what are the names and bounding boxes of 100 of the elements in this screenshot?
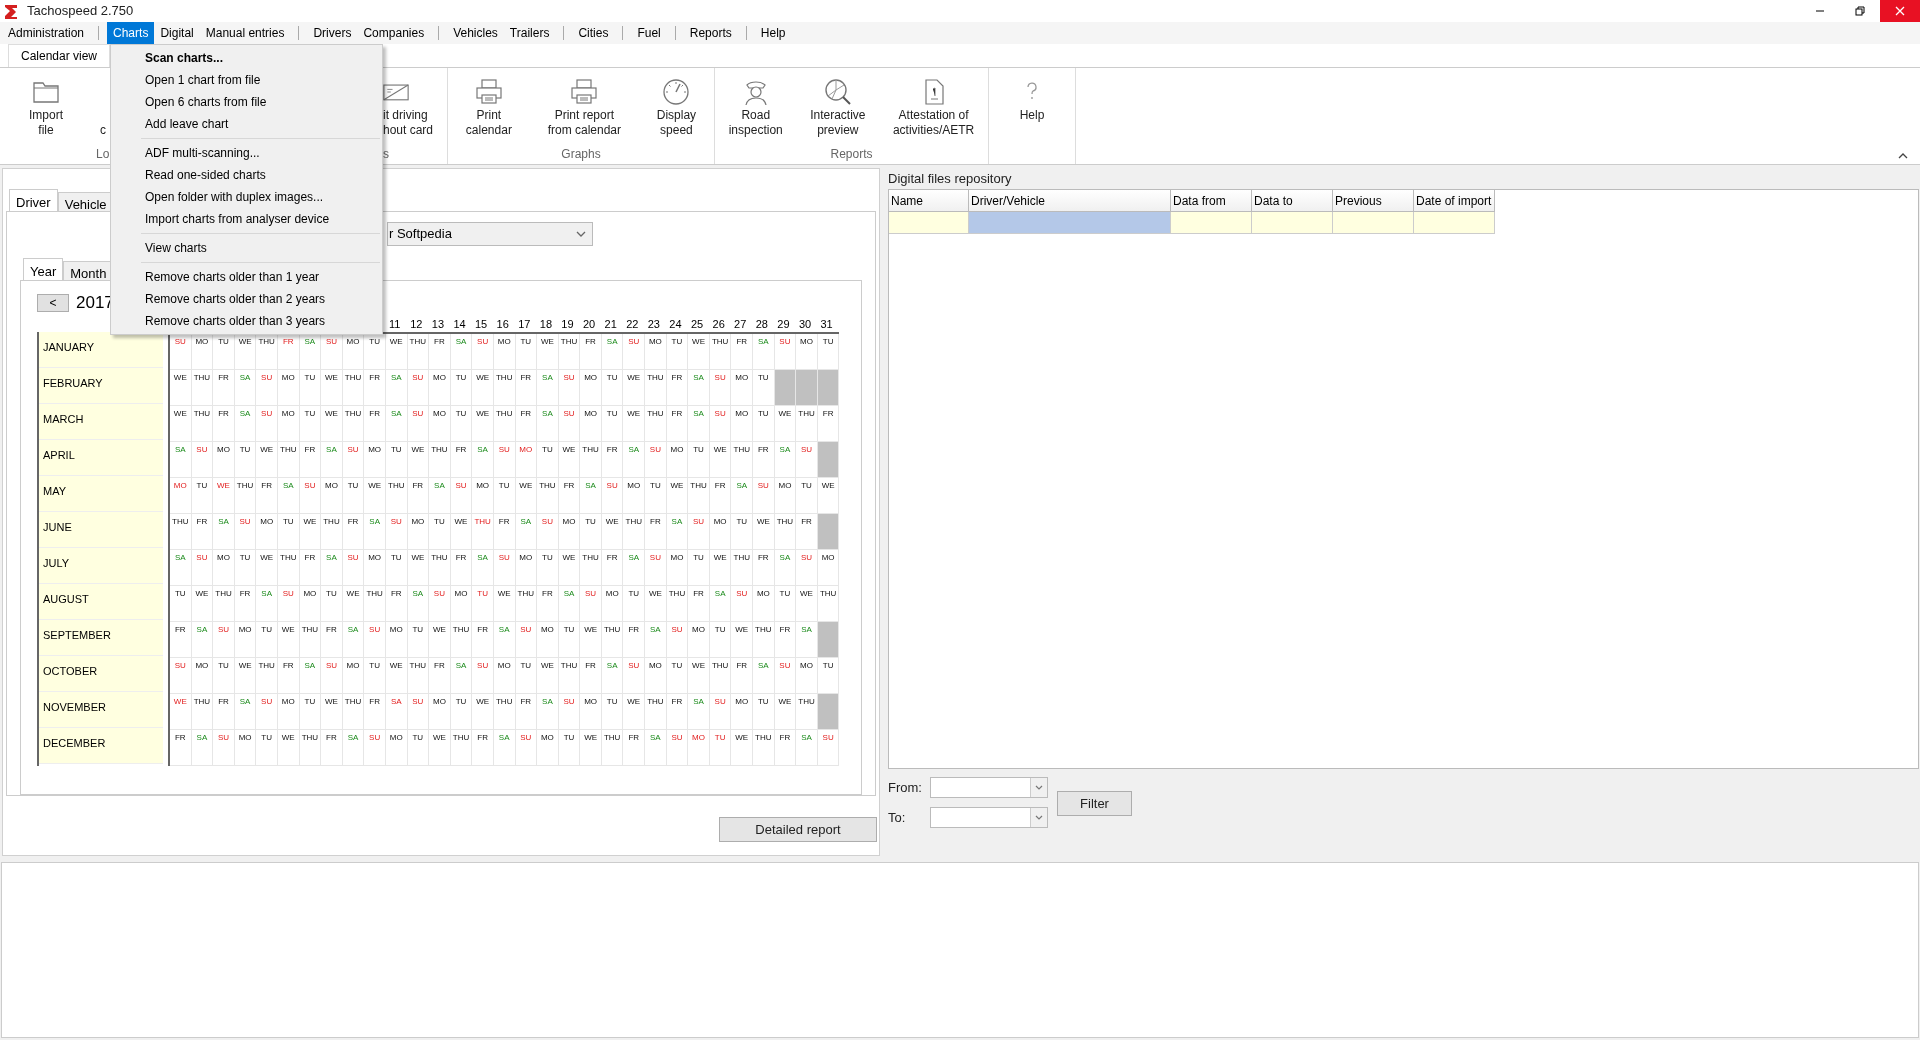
day-cell[interactable]: WE bbox=[234, 657, 257, 694]
column-header[interactable]: Previous bbox=[1333, 190, 1414, 212]
day-cell[interactable]: SU bbox=[450, 477, 473, 514]
day-cell[interactable]: FR bbox=[623, 729, 646, 766]
day-cell[interactable]: TU bbox=[472, 585, 494, 622]
day-cell[interactable]: SA bbox=[753, 657, 775, 694]
day-cell[interactable]: SU bbox=[407, 693, 430, 730]
day-cell[interactable]: MO bbox=[731, 369, 754, 406]
day-cell[interactable]: TU bbox=[407, 729, 430, 766]
day-cell[interactable]: MO bbox=[429, 405, 451, 442]
day-cell[interactable]: MO bbox=[472, 477, 494, 514]
day-cell[interactable]: MO bbox=[753, 585, 775, 622]
table-cell[interactable] bbox=[1414, 212, 1495, 234]
menu-item[interactable]: Open 6 charts from file bbox=[111, 91, 382, 113]
day-cell[interactable]: SA bbox=[796, 729, 818, 766]
day-cell[interactable]: MO bbox=[256, 513, 278, 550]
day-cell[interactable]: FR bbox=[709, 477, 732, 514]
day-cell[interactable]: SU bbox=[191, 549, 214, 586]
menu-item[interactable]: Fuel bbox=[631, 22, 667, 44]
day-cell[interactable]: WE bbox=[321, 693, 343, 730]
menu-item[interactable]: Help bbox=[754, 22, 792, 44]
day-cell[interactable]: MO bbox=[385, 621, 408, 658]
day-cell[interactable]: WE bbox=[601, 513, 624, 550]
menu-item[interactable]: Add leave chart bbox=[111, 113, 382, 135]
day-cell[interactable]: FR bbox=[515, 693, 538, 730]
ribbon-button[interactable]: Attestation of activities/AETR bbox=[888, 76, 979, 147]
day-cell[interactable]: SA bbox=[623, 549, 646, 586]
day-cell[interactable]: SA bbox=[234, 369, 257, 406]
ribbon-button[interactable]: Display speed bbox=[652, 76, 701, 147]
menu-item[interactable]: Vehicles bbox=[447, 22, 504, 44]
menu-item[interactable]: Charts bbox=[107, 22, 155, 44]
day-cell[interactable]: THU bbox=[645, 405, 667, 442]
day-cell[interactable]: MO bbox=[429, 369, 451, 406]
day-cell[interactable]: MO bbox=[731, 405, 754, 442]
day-cell[interactable]: TU bbox=[601, 369, 624, 406]
day-cell[interactable]: SU bbox=[213, 621, 235, 658]
day-cell[interactable]: FR bbox=[364, 369, 386, 406]
day-cell[interactable]: SU bbox=[558, 405, 581, 442]
day-cell[interactable]: SA bbox=[472, 441, 494, 478]
day-cell[interactable]: MO bbox=[321, 477, 343, 514]
day-cell[interactable]: SA bbox=[709, 585, 732, 622]
day-cell[interactable]: THU bbox=[558, 333, 581, 370]
day-cell[interactable]: MO bbox=[537, 621, 559, 658]
day-cell[interactable]: THU bbox=[753, 621, 775, 658]
day-cell[interactable]: SA bbox=[321, 441, 343, 478]
day-cell[interactable]: THU bbox=[537, 477, 559, 514]
day-cell[interactable]: SU bbox=[256, 693, 278, 730]
day-cell[interactable]: WE bbox=[796, 585, 818, 622]
day-cell[interactable]: SA bbox=[407, 585, 430, 622]
calendar-view-tab[interactable]: Calendar view bbox=[8, 44, 111, 67]
day-cell[interactable]: THU bbox=[429, 441, 451, 478]
menu-item[interactable]: Import charts from analyser device bbox=[111, 208, 382, 230]
day-cell[interactable]: MO bbox=[623, 477, 646, 514]
day-cell[interactable]: MO bbox=[580, 405, 602, 442]
day-cell[interactable]: MO bbox=[645, 657, 667, 694]
day-cell[interactable]: FR bbox=[666, 693, 689, 730]
day-cell[interactable]: MO bbox=[774, 477, 797, 514]
day-cell[interactable]: TU bbox=[731, 513, 754, 550]
day-cell[interactable]: SU bbox=[580, 585, 602, 622]
day-cell[interactable]: WE bbox=[429, 729, 451, 766]
menu-item[interactable]: Remove charts older than 1 year bbox=[111, 266, 382, 288]
menu-item[interactable]: Companies bbox=[357, 22, 431, 44]
day-cell[interactable]: THU bbox=[493, 693, 516, 730]
day-cell[interactable]: THU bbox=[774, 513, 797, 550]
day-cell[interactable]: SA bbox=[385, 369, 408, 406]
day-cell[interactable]: WE bbox=[256, 549, 278, 586]
day-cell[interactable]: TU bbox=[558, 621, 581, 658]
day-cell[interactable]: THU bbox=[493, 369, 516, 406]
menu-item[interactable]: Cities bbox=[572, 22, 615, 44]
day-cell[interactable]: TU bbox=[623, 585, 646, 622]
day-cell[interactable]: MO bbox=[645, 333, 667, 370]
day-cell[interactable]: THU bbox=[558, 657, 581, 694]
day-cell[interactable]: SA bbox=[429, 477, 451, 514]
day-cell[interactable]: THU bbox=[277, 549, 300, 586]
day-cell[interactable]: THU bbox=[796, 693, 818, 730]
day-cell[interactable]: WE bbox=[774, 693, 797, 730]
day-cell[interactable]: FR bbox=[753, 549, 775, 586]
day-cell[interactable]: WE bbox=[277, 621, 300, 658]
day-cell[interactable]: FR bbox=[731, 657, 754, 694]
day-cell[interactable]: SU bbox=[666, 621, 689, 658]
day-cell[interactable]: MO bbox=[558, 513, 581, 550]
day-cell[interactable]: MO bbox=[213, 441, 235, 478]
day-cell[interactable]: TU bbox=[753, 369, 775, 406]
table-cell[interactable] bbox=[1252, 212, 1333, 234]
ribbon-button[interactable]: Interactive preview bbox=[806, 76, 870, 147]
day-cell[interactable]: THU bbox=[342, 693, 365, 730]
day-cell[interactable]: MO bbox=[277, 693, 300, 730]
day-cell[interactable]: WE bbox=[170, 693, 192, 730]
day-cell[interactable]: SA bbox=[191, 621, 214, 658]
day-cell[interactable]: THU bbox=[753, 729, 775, 766]
day-cell[interactable]: SA bbox=[321, 549, 343, 586]
ribbon-button[interactable]: Print calendar bbox=[461, 76, 516, 147]
day-cell[interactable]: SA bbox=[493, 729, 516, 766]
day-cell[interactable]: TU bbox=[709, 621, 732, 658]
day-cell[interactable]: TU bbox=[558, 729, 581, 766]
day-cell[interactable]: THU bbox=[234, 477, 257, 514]
day-cell[interactable]: FR bbox=[321, 621, 343, 658]
day-cell[interactable]: SA bbox=[688, 693, 710, 730]
day-cell[interactable]: SU bbox=[407, 369, 430, 406]
day-cell[interactable]: MO bbox=[817, 549, 840, 586]
